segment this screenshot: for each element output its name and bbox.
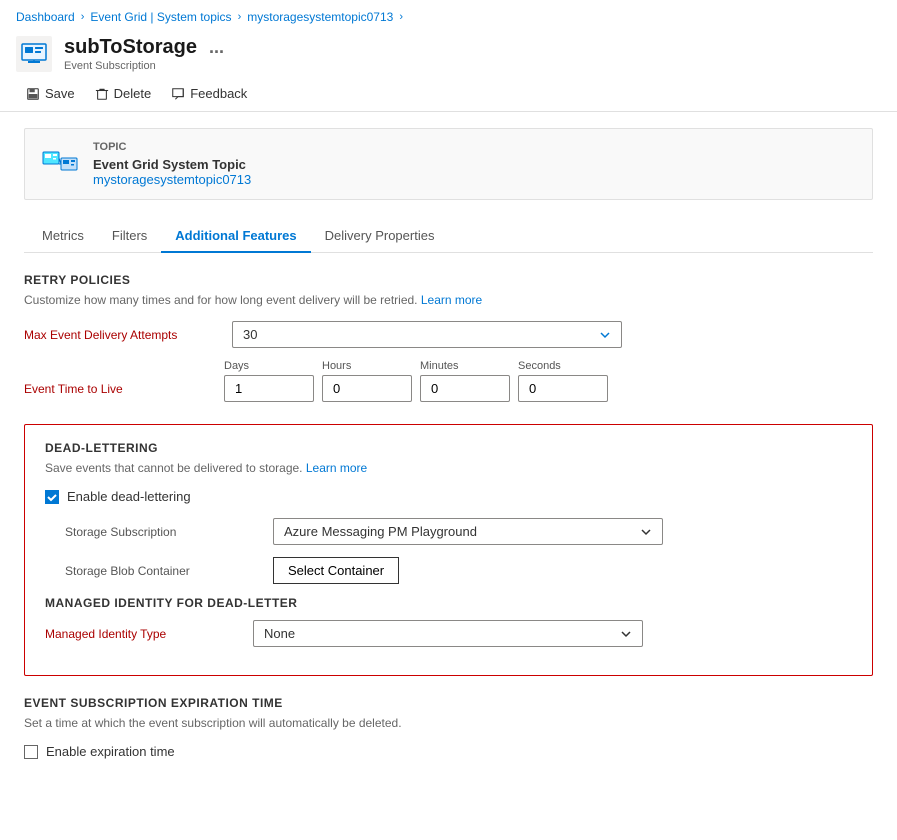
- tab-metrics[interactable]: Metrics: [28, 220, 98, 253]
- delete-button[interactable]: Delete: [85, 82, 162, 105]
- ttl-days-input[interactable]: [224, 375, 314, 402]
- breadcrumb-dashboard[interactable]: Dashboard: [16, 10, 75, 24]
- enable-expiration-checkbox[interactable]: [24, 745, 38, 759]
- max-delivery-value: 30: [243, 327, 257, 342]
- ttl-minutes-label: Minutes: [420, 360, 510, 372]
- ttl-days-label: Days: [224, 360, 314, 372]
- ttl-hours-label: Hours: [322, 360, 412, 372]
- managed-identity-type-row: Managed Identity Type None: [45, 620, 852, 647]
- feedback-icon: [171, 87, 185, 101]
- header-text: subToStorage ... Event Subscription: [64, 36, 228, 72]
- ttl-seconds-input[interactable]: [518, 375, 608, 402]
- storage-subscription-row: Storage Subscription Azure Messaging PM …: [45, 518, 852, 545]
- page-icon: [16, 36, 52, 72]
- tab-filters[interactable]: Filters: [98, 220, 161, 253]
- storage-blob-row: Storage Blob Container Select Container: [45, 557, 852, 584]
- breadcrumb-sep-1: ›: [81, 11, 85, 23]
- topic-icon: [41, 144, 81, 184]
- retry-learn-more-link[interactable]: Learn more: [421, 293, 482, 307]
- enable-dead-lettering-checkbox[interactable]: [45, 490, 59, 504]
- chevron-down-icon: [620, 628, 632, 640]
- feedback-button[interactable]: Feedback: [161, 82, 257, 105]
- topic-name: Event Grid System Topic: [93, 157, 251, 172]
- retry-policies-title: RETRY POLICIES: [24, 273, 873, 287]
- tab-additional-features[interactable]: Additional Features: [161, 220, 310, 253]
- ttl-seconds-label: Seconds: [518, 360, 608, 372]
- enable-expiration-row: Enable expiration time: [24, 744, 873, 759]
- managed-identity-title: MANAGED IDENTITY FOR DEAD-LETTER: [45, 596, 852, 610]
- enable-dead-lettering-row: Enable dead-lettering: [45, 489, 852, 504]
- dead-lettering-desc: Save events that cannot be delivered to …: [45, 461, 852, 475]
- breadcrumb-topic[interactable]: mystoragesystemtopic0713: [247, 10, 393, 24]
- page-title-text: subToStorage: [64, 36, 197, 59]
- more-options-button[interactable]: ...: [205, 37, 228, 58]
- ttl-minutes-field: Minutes: [420, 360, 510, 402]
- storage-blob-label: Storage Blob Container: [65, 564, 265, 578]
- max-delivery-select[interactable]: 30: [232, 321, 622, 348]
- expiration-desc: Set a time at which the event subscripti…: [24, 716, 873, 730]
- page-title-row: subToStorage ...: [64, 36, 228, 59]
- topic-info: TOPIC Event Grid System Topic mystorages…: [93, 141, 251, 187]
- breadcrumb: Dashboard › Event Grid | System topics ›…: [0, 0, 897, 30]
- delete-icon: [95, 87, 109, 101]
- ttl-label: Event Time to Live: [24, 360, 224, 396]
- ttl-hours-input[interactable]: [322, 375, 412, 402]
- ttl-hours-field: Hours: [322, 360, 412, 402]
- tab-delivery-properties[interactable]: Delivery Properties: [311, 220, 449, 253]
- storage-subscription-label: Storage Subscription: [65, 525, 265, 539]
- breadcrumb-system-topics[interactable]: Event Grid | System topics: [90, 10, 231, 24]
- enable-dead-lettering-label: Enable dead-lettering: [67, 489, 191, 504]
- retry-policies-section: RETRY POLICIES Customize how many times …: [24, 273, 873, 402]
- checkmark-icon: [46, 491, 58, 503]
- managed-identity-type-label: Managed Identity Type: [45, 627, 245, 641]
- breadcrumb-sep-2: ›: [238, 11, 242, 23]
- expiration-title: EVENT SUBSCRIPTION EXPIRATION TIME: [24, 696, 873, 710]
- save-button[interactable]: Save: [16, 82, 85, 105]
- topic-card: TOPIC Event Grid System Topic mystorages…: [24, 128, 873, 200]
- chevron-down-icon: [640, 526, 652, 538]
- breadcrumb-sep-3: ›: [399, 11, 403, 23]
- retry-policies-desc: Customize how many times and for how lon…: [24, 293, 873, 307]
- page-subtitle: Event Subscription: [64, 60, 228, 72]
- storage-subscription-value: Azure Messaging PM Playground: [284, 524, 477, 539]
- main-content: TOPIC Event Grid System Topic mystorages…: [0, 112, 897, 789]
- ttl-days-field: Days: [224, 360, 314, 402]
- select-container-button[interactable]: Select Container: [273, 557, 399, 584]
- ttl-row: Event Time to Live Days Hours Minutes Se…: [24, 360, 873, 402]
- tabs: Metrics Filters Additional Features Deli…: [24, 220, 873, 253]
- storage-subscription-select[interactable]: Azure Messaging PM Playground: [273, 518, 663, 545]
- managed-identity-type-select[interactable]: None: [253, 620, 643, 647]
- dead-lettering-title: DEAD-LETTERING: [45, 441, 852, 455]
- topic-link[interactable]: mystoragesystemtopic0713: [93, 172, 251, 187]
- ttl-minutes-input[interactable]: [420, 375, 510, 402]
- ttl-seconds-field: Seconds: [518, 360, 608, 402]
- managed-identity-type-value: None: [264, 626, 295, 641]
- dead-lettering-learn-more-link[interactable]: Learn more: [306, 461, 367, 475]
- page-header: subToStorage ... Event Subscription: [0, 30, 897, 76]
- max-delivery-label: Max Event Delivery Attempts: [24, 328, 224, 342]
- subscription-icon: [20, 40, 48, 68]
- dead-lettering-section: DEAD-LETTERING Save events that cannot b…: [24, 424, 873, 676]
- ttl-inputs: Days Hours Minutes Seconds: [224, 360, 608, 402]
- max-delivery-row: Max Event Delivery Attempts 30: [24, 321, 873, 348]
- topic-label: TOPIC: [93, 141, 251, 153]
- chevron-down-icon: [599, 329, 611, 341]
- save-icon: [26, 87, 40, 101]
- toolbar: Save Delete Feedback: [0, 76, 897, 112]
- enable-expiration-label: Enable expiration time: [46, 744, 175, 759]
- expiration-section: EVENT SUBSCRIPTION EXPIRATION TIME Set a…: [24, 696, 873, 759]
